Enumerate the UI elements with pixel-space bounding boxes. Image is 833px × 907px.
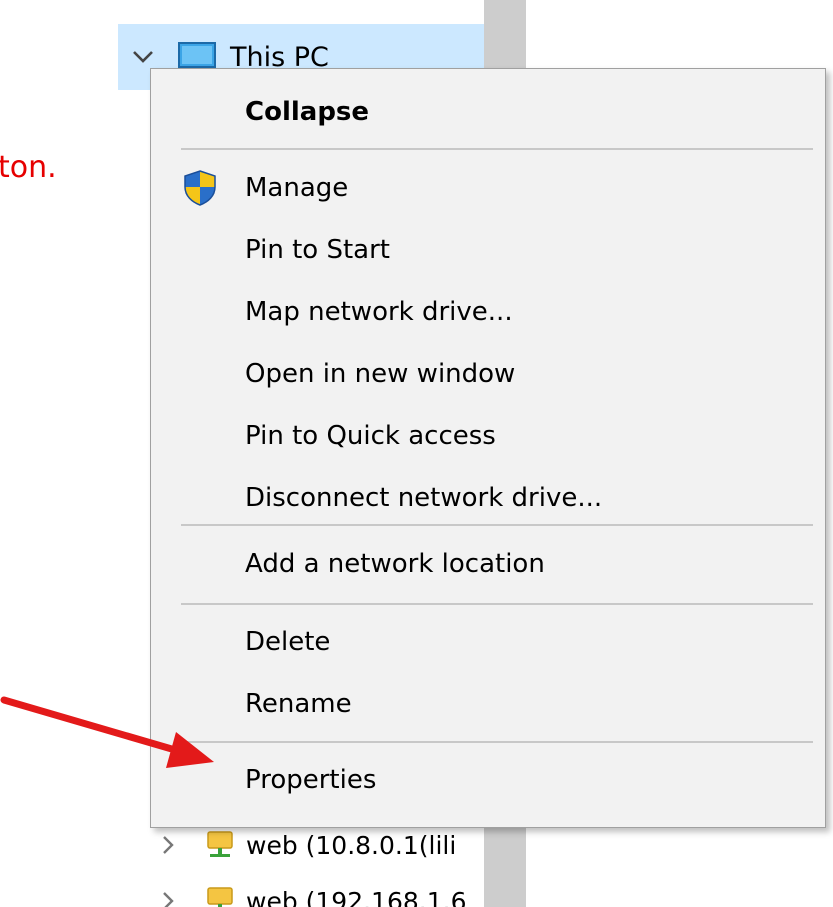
uac-shield-icon	[181, 169, 219, 207]
menu-item-collapse[interactable]: Collapse	[151, 81, 825, 143]
menu-item-label: Add a network location	[245, 549, 545, 579]
network-drive-icon	[206, 830, 234, 860]
context-menu: Collapse Manage Pin to Start Map network…	[150, 68, 826, 828]
menu-item-label: Properties	[245, 765, 377, 795]
network-drive-icon	[206, 886, 234, 907]
menu-item-pin-to-start[interactable]: Pin to Start	[151, 219, 825, 281]
menu-item-label: Map network drive...	[245, 297, 513, 327]
menu-item-map-network-drive[interactable]: Map network drive...	[151, 281, 825, 343]
screenshot-stage: ton. This PC web (10.8.0.1(lili web (192…	[0, 0, 833, 907]
menu-item-label: Pin to Start	[245, 235, 390, 265]
instruction-text: ton.	[0, 150, 57, 185]
menu-separator	[181, 741, 813, 743]
menu-item-manage[interactable]: Manage	[151, 157, 825, 219]
menu-item-add-network-location[interactable]: Add a network location	[151, 533, 825, 595]
menu-item-label: Rename	[245, 689, 352, 719]
menu-item-label: Pin to Quick access	[245, 421, 496, 451]
menu-item-label: Delete	[245, 627, 331, 657]
menu-item-disconnect-network-drive[interactable]: Disconnect network drive...	[151, 467, 825, 529]
menu-separator	[181, 603, 813, 605]
tree-item-label: web (192.168.1.6	[246, 886, 467, 907]
tree-item-label: web (10.8.0.1(lili	[246, 830, 457, 860]
menu-item-label: Disconnect network drive...	[245, 483, 603, 513]
menu-item-properties[interactable]: Properties	[151, 749, 825, 811]
menu-separator	[181, 524, 813, 526]
menu-separator	[181, 148, 813, 150]
menu-item-label: Open in new window	[245, 359, 516, 389]
menu-item-label: Collapse	[245, 97, 370, 127]
tree-item-network-drive[interactable]: web (192.168.1.6	[156, 886, 466, 907]
chevron-right-icon[interactable]	[156, 833, 180, 857]
menu-item-pin-quick-access[interactable]: Pin to Quick access	[151, 405, 825, 467]
chevron-right-icon[interactable]	[156, 889, 180, 907]
chevron-down-icon[interactable]	[130, 44, 156, 70]
menu-item-open-new-window[interactable]: Open in new window	[151, 343, 825, 405]
tree-item-network-drive[interactable]: web (10.8.0.1(lili	[156, 830, 456, 860]
menu-item-delete[interactable]: Delete	[151, 611, 825, 673]
menu-item-rename[interactable]: Rename	[151, 673, 825, 735]
menu-item-label: Manage	[245, 173, 349, 203]
